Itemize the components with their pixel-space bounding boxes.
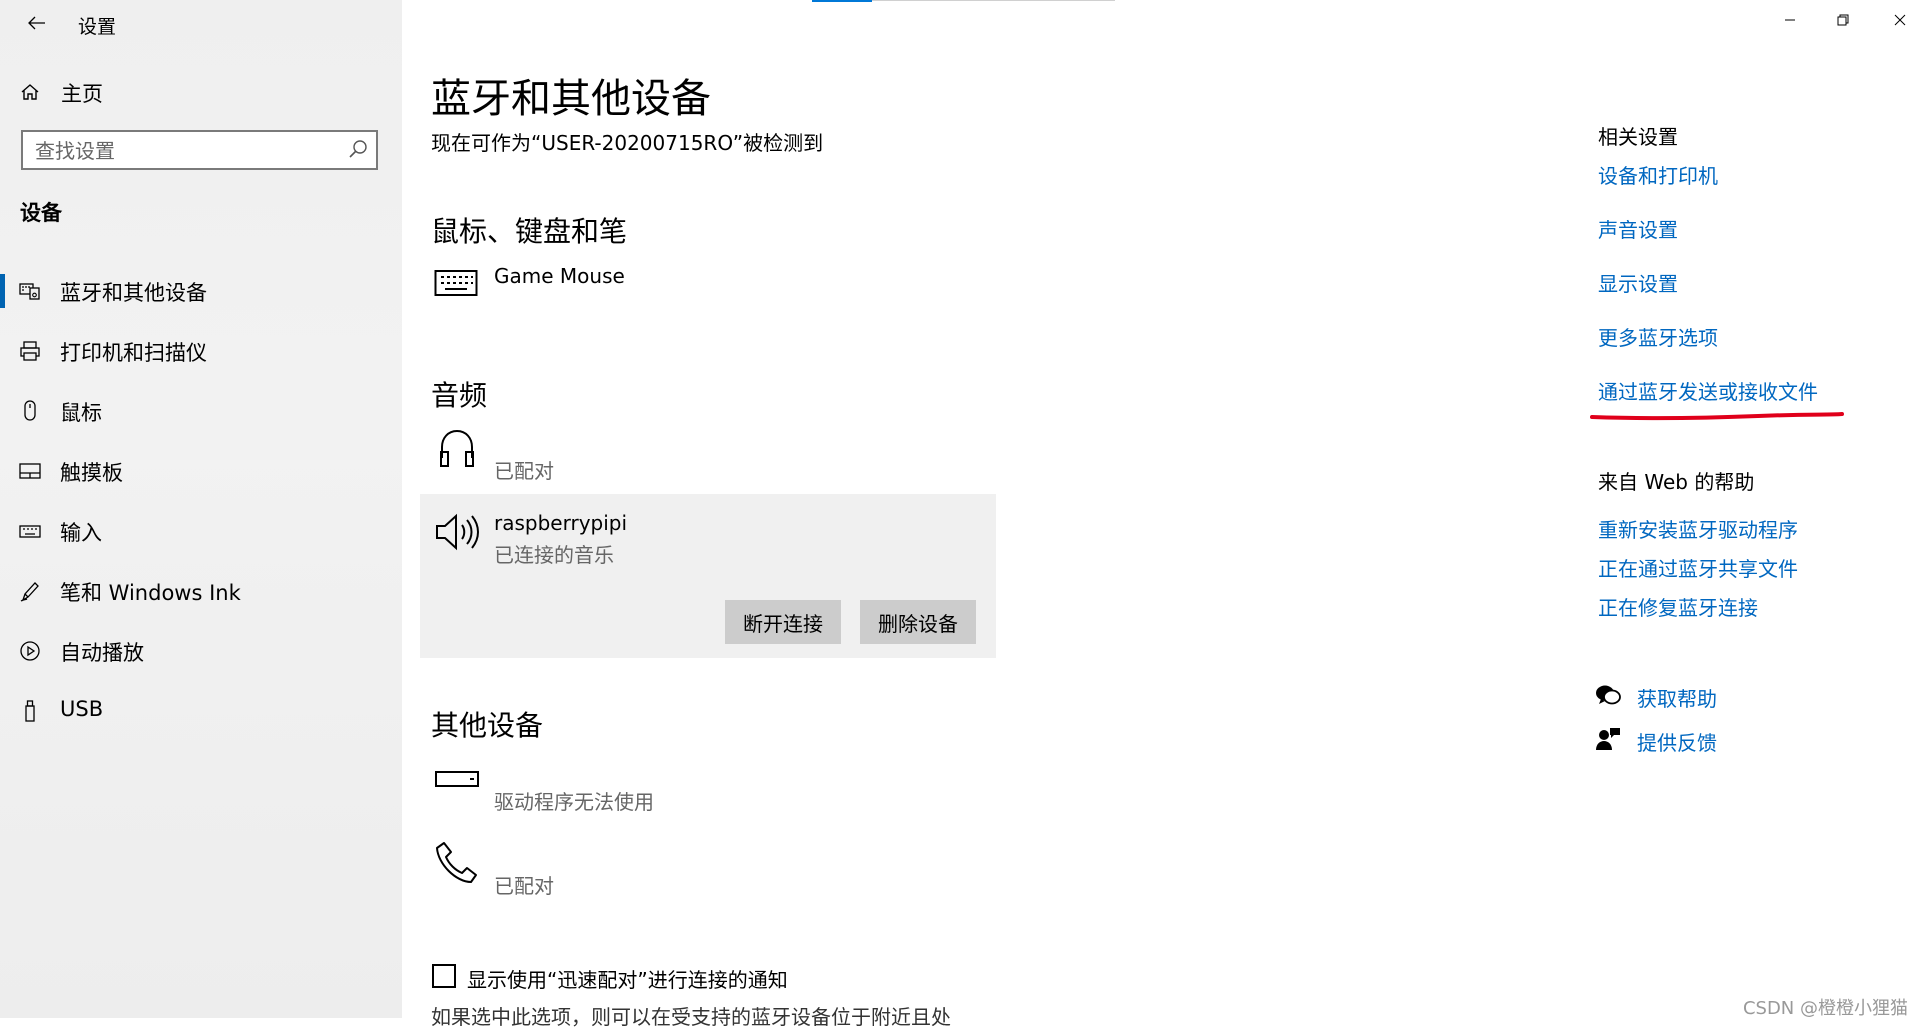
section-heading-audio: 音频: [431, 379, 488, 412]
minimize-button[interactable]: [1770, 8, 1810, 32]
speaker-icon: [436, 513, 479, 551]
feedback-label: 提供反馈: [1637, 731, 1717, 755]
link-display-settings[interactable]: 显示设置: [1598, 268, 1678, 297]
section-header-devices: 设备: [20, 201, 62, 225]
device-status: 已连接的音乐: [494, 543, 614, 567]
keyboard-icon: [19, 525, 41, 538]
close-icon: [1894, 14, 1906, 26]
close-button[interactable]: [1880, 8, 1920, 32]
sidebar-item-label: 自动播放: [60, 641, 144, 665]
get-help-icon: [1596, 685, 1621, 705]
printer-icon: [20, 341, 40, 361]
sidebar-item-label: 笔和 Windows Ink: [60, 581, 241, 605]
top-accent-bar: [812, 0, 872, 2]
usb-icon: [25, 700, 35, 722]
device-name: Game Mouse: [494, 264, 625, 288]
phone-icon: [436, 842, 477, 883]
sidebar: 设置 主页 设备 蓝牙和其他设备: [0, 0, 402, 1018]
back-button[interactable]: [17, 6, 57, 40]
autoplay-icon: [20, 641, 40, 661]
link-share-files-bt[interactable]: 正在通过蓝牙共享文件: [1598, 553, 1798, 582]
back-arrow-icon: [28, 16, 45, 30]
device-status: 已配对: [494, 459, 554, 483]
link-sound-settings[interactable]: 声音设置: [1598, 214, 1678, 243]
get-help-label: 获取帮助: [1637, 687, 1717, 711]
link-more-bluetooth-options[interactable]: 更多蓝牙选项: [1598, 322, 1718, 351]
sidebar-item-typing[interactable]: 输入: [0, 502, 402, 562]
sidebar-item-usb[interactable]: USB: [0, 682, 402, 742]
link-reinstall-bt-driver[interactable]: 重新安装蓝牙驱动程序: [1598, 514, 1798, 543]
home-icon: [21, 84, 39, 100]
section-heading-other-devices: 其他设备: [431, 709, 544, 742]
headphones-icon: [440, 429, 474, 467]
device-name: raspberrypipi: [494, 511, 628, 535]
sidebar-item-label: USB: [60, 697, 104, 721]
search-icon[interactable]: [348, 139, 368, 159]
red-annotation-underline: [1590, 412, 1844, 421]
sidebar-item-touchpad[interactable]: 触摸板: [0, 442, 402, 502]
sidebar-item-mouse[interactable]: 鼠标: [0, 382, 402, 442]
sidebar-item-bluetooth[interactable]: 蓝牙和其他设备: [0, 262, 402, 322]
app-title: 设置: [78, 16, 117, 38]
generic-device-icon: [435, 771, 479, 787]
device-status: 已配对: [494, 874, 554, 898]
restore-button[interactable]: [1823, 8, 1863, 32]
sidebar-item-pen[interactable]: 笔和 Windows Ink: [0, 562, 402, 622]
swift-pair-label[interactable]: 显示使用“迅速配对”进行连接的通知: [467, 964, 788, 993]
sidebar-item-label: 触摸板: [60, 461, 123, 485]
sidebar-item-label: 蓝牙和其他设备: [60, 281, 207, 305]
swift-pair-description: 如果选中此选项，则可以在受支持的蓝牙设备位于附近且处: [431, 1005, 951, 1029]
nav-home-label: 主页: [61, 82, 103, 106]
bluetooth-devices-icon: [19, 283, 40, 300]
web-help-heading: 来自 Web 的帮助: [1598, 470, 1755, 494]
swift-pair-checkbox[interactable]: [432, 964, 456, 988]
touchpad-icon: [19, 463, 41, 479]
watermark: CSDN @橙橙小狸猫: [1742, 998, 1908, 1019]
disconnect-button[interactable]: 断开连接: [725, 600, 841, 644]
page-title: 蓝牙和其他设备: [431, 76, 711, 122]
top-divider: [872, 0, 1115, 1]
sidebar-item-label: 打印机和扫描仪: [60, 341, 207, 365]
mouse-icon: [24, 400, 36, 421]
remove-device-button[interactable]: 删除设备: [860, 600, 976, 644]
minimize-icon: [1785, 19, 1795, 21]
search-box[interactable]: [21, 130, 378, 170]
nav-list: 蓝牙和其他设备 打印机和扫描仪 鼠标 触摸板 输入 笔和 Windows Ink…: [0, 262, 402, 742]
sidebar-item-label: 输入: [60, 521, 102, 545]
pen-icon: [20, 582, 39, 602]
section-heading-input-devices: 鼠标、键盘和笔: [431, 215, 628, 248]
nav-home[interactable]: 主页: [0, 72, 402, 114]
sidebar-item-label: 鼠标: [60, 401, 102, 425]
related-settings-heading: 相关设置: [1598, 125, 1678, 149]
discoverable-status: 现在可作为“USER-20200715RO”被检测到: [431, 131, 824, 155]
search-input[interactable]: [23, 132, 347, 170]
device-status: 驱动程序无法使用: [494, 790, 654, 814]
sidebar-item-printers[interactable]: 打印机和扫描仪: [0, 322, 402, 382]
link-bluetooth-file-transfer[interactable]: 通过蓝牙发送或接收文件: [1598, 376, 1818, 405]
restore-icon: [1837, 14, 1849, 26]
keyboard-icon: [434, 270, 478, 296]
link-fix-bt-connection[interactable]: 正在修复蓝牙连接: [1598, 592, 1758, 621]
link-devices-printers[interactable]: 设备和打印机: [1598, 160, 1718, 189]
feedback-icon: [1596, 728, 1620, 750]
sidebar-item-autoplay[interactable]: 自动播放: [0, 622, 402, 682]
